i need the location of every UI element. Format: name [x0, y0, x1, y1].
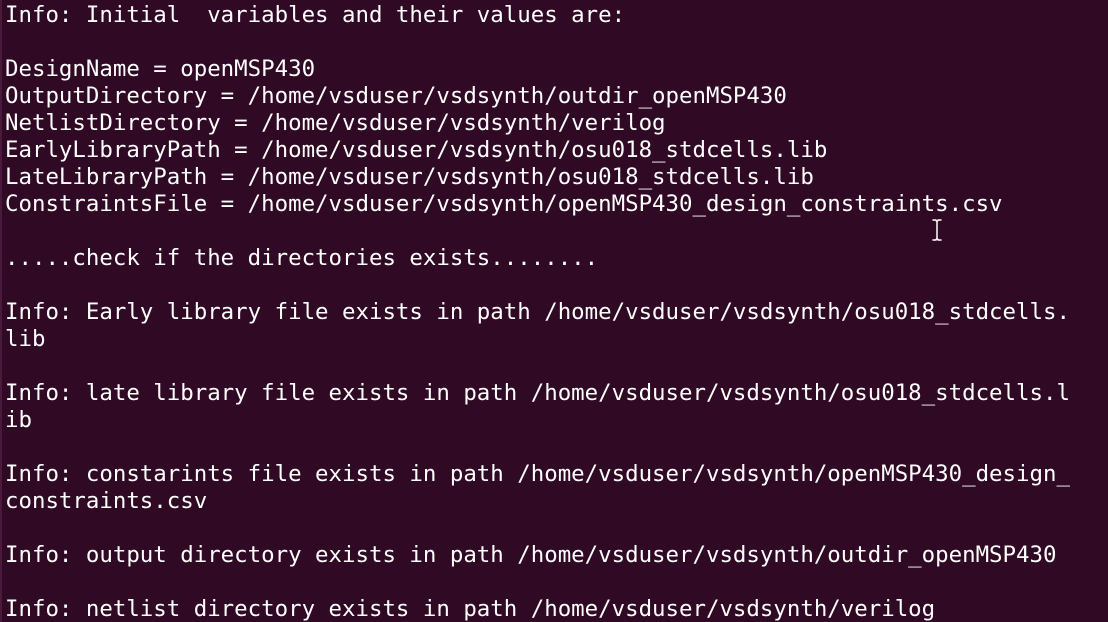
terminal-line: Info: constarints file exists in path /h…: [5, 461, 1070, 487]
terminal-line: LateLibraryPath = /home/vsduser/vsdsynth…: [5, 164, 814, 190]
terminal-line: Info: late library file exists in path /…: [5, 380, 1070, 406]
terminal-line: lib: [5, 326, 46, 352]
text-cursor-ibeam-icon: [930, 219, 944, 241]
terminal-line: Info: Early library file exists in path …: [5, 299, 1070, 325]
terminal-line: ib: [5, 407, 32, 433]
terminal-line: Info: output directory exists in path /h…: [5, 542, 1057, 568]
terminal-line: constraints.csv: [5, 488, 208, 514]
terminal-line: Info: Initial variables and their values…: [5, 2, 626, 28]
terminal-line: Info: netlist directory exists in path /…: [5, 596, 936, 622]
terminal-line: EarlyLibraryPath = /home/vsduser/vsdsynt…: [5, 137, 828, 163]
terminal-line: ConstraintsFile = /home/vsduser/vsdsynth…: [5, 191, 1003, 217]
terminal-line: OutputDirectory = /home/vsduser/vsdsynth…: [5, 83, 787, 109]
terminal-line: DesignName = openMSP430: [5, 56, 316, 82]
window-left-border: [0, 0, 2, 622]
terminal-window[interactable]: Info: Initial variables and their values…: [0, 0, 1108, 622]
terminal-line: .....check if the directories exists....…: [5, 245, 599, 271]
terminal-line: NetlistDirectory = /home/vsduser/vsdsynt…: [5, 110, 666, 136]
